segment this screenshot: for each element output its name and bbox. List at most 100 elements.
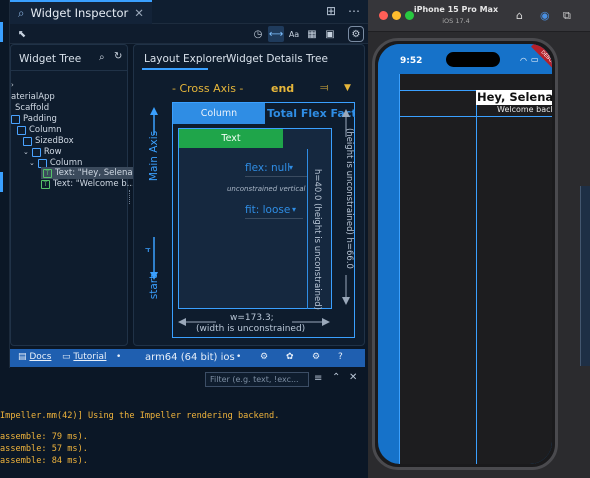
guidelines-icon[interactable]: ⟷ (268, 26, 284, 42)
close-icon[interactable]: ✕ (134, 6, 144, 20)
tree-node-row[interactable]: ⌄ Row (23, 147, 62, 157)
status-time: 9:52 (400, 56, 423, 66)
active-tab-indicator (142, 68, 208, 70)
activity-marker (0, 172, 3, 192)
tutorial-link[interactable]: ▭ Tutorial (62, 352, 106, 362)
width-value: w=173.3; (230, 313, 274, 323)
widget-tree-panel: Widget Tree ⌕ ↻ › aterialApp Scaffold Pa… (10, 44, 139, 346)
console-line: assemble: 79 ms). (0, 432, 88, 442)
docs-link[interactable]: ▤ Docs (18, 352, 51, 362)
search-icon[interactable]: ⌕ (99, 52, 105, 63)
tree-node-sizedbox[interactable]: SizedBox (23, 136, 74, 146)
tree-node-text-welcome[interactable]: T Text: "Welcome b... (41, 179, 135, 189)
tree-node-materialapp[interactable]: › (11, 81, 14, 89)
tree-node-label: Row (43, 147, 62, 157)
select-widget-icon[interactable]: ⬉ (14, 26, 30, 42)
extension-icon[interactable]: ✿ (286, 352, 294, 362)
tree-node-label: Padding (23, 114, 57, 124)
welcome-text: Welcome back (497, 105, 552, 114)
tree-node-text-hey-selena[interactable]: T Text: "Hey, Selena" (41, 167, 139, 179)
more-icon[interactable]: ⋯ (348, 4, 360, 18)
baselines-icon[interactable]: Aa (286, 26, 302, 42)
word-wrap-icon[interactable]: ≡ (314, 373, 322, 384)
fit-value[interactable]: fit: loose (245, 204, 290, 216)
cross-axis-label: - Cross Axis - (172, 82, 244, 95)
devtools-status-bar: ▤ Docs ▭ Tutorial • arm64 (64 bit) ios •… (10, 349, 365, 367)
split-editor-icon[interactable]: ⊞ (326, 4, 336, 18)
chevron-down-icon[interactable]: ⌄ (23, 148, 29, 156)
widget-icon (23, 136, 32, 146)
widget-tree-header: Widget Tree ⌕ ↻ (11, 45, 127, 71)
gear-icon[interactable]: ⚙ (312, 352, 320, 362)
slow-animations-icon[interactable]: ◷ (250, 26, 266, 42)
console-filter-input[interactable]: Filter (e.g. text, !exc... (205, 372, 309, 387)
tree-node-column[interactable]: Column (17, 125, 62, 135)
settings-icon[interactable]: ⚙ (260, 352, 268, 362)
outer-height-note: (height is unconstrained) (344, 128, 354, 235)
tree-node-label: aterialApp (11, 92, 55, 102)
tree-node-materialapp[interactable]: aterialApp (11, 92, 55, 102)
greeting-text: Hey, Selena (476, 90, 552, 105)
minimize-window-button[interactable] (392, 11, 401, 20)
chevron-down-icon[interactable]: ▾ (289, 163, 293, 172)
debug-console: Filter (e.g. text, !exc... ≡ ⌃ ✕ Impelle… (0, 368, 368, 478)
tab-widget-details-tree[interactable]: Widget Details Tree (226, 53, 328, 65)
column-layout-box[interactable]: Column Total Flex Fact... Text flex: nul… (172, 102, 355, 338)
separator-dot: • (236, 352, 242, 362)
chevron-down-icon[interactable]: ▾ (292, 205, 296, 214)
layout-explorer-panel: Layout Explorer Widget Details Tree - Cr… (133, 44, 365, 346)
iphone-frame: 9:52 ◠ ▭ DEBUG Hey, Selena Welcome back (372, 38, 558, 470)
editor-tab-bar: ⌕ Widget Inspector ✕ ⊞ ⋯ (10, 0, 368, 24)
target-platform: arm64 (64 bit) ios (145, 352, 235, 363)
tab-widget-inspector[interactable]: ⌕ Widget Inspector ✕ (10, 0, 152, 24)
docs-label: Docs (29, 352, 52, 362)
panel-resize-handle[interactable] (129, 190, 132, 204)
settings-icon[interactable]: ⚙ (348, 26, 364, 42)
background-window-edge (580, 186, 590, 366)
chevron-up-icon[interactable]: ⌃ (332, 372, 340, 383)
chevron-down-icon[interactable]: ▼ (344, 83, 351, 93)
app-body: Hey, Selena Welcome back (399, 74, 552, 464)
tree-node-label: Column (29, 125, 62, 135)
cross-axis-value[interactable]: end (271, 82, 294, 95)
separator-dot: • (116, 352, 122, 362)
device-screen[interactable]: 9:52 ◠ ▭ DEBUG Hey, Selena Welcome back (378, 44, 552, 464)
outer-height-value: h=66.0 (344, 237, 354, 269)
rotate-icon[interactable]: ⧉ (563, 9, 571, 23)
tree-node-scaffold[interactable]: Scaffold (15, 103, 49, 113)
divider (245, 218, 303, 219)
console-line: assemble: 57 ms). (0, 444, 88, 454)
ios-version: iOS 17.4 (442, 17, 470, 25)
repaint-icon[interactable]: ▦ (304, 26, 320, 42)
inner-height-value: h=40.0 (312, 169, 322, 201)
widget-icon (31, 147, 41, 157)
image-icon[interactable]: ▣ (322, 26, 338, 42)
ios-simulator-window: iPhone 15 Pro Max iOS 17.4 ⌂ ◉ ⧉ 9:52 ◠ … (368, 0, 590, 478)
tree-node-padding[interactable]: Padding (11, 114, 57, 124)
battery-icon: ▭ (531, 55, 539, 64)
text-widget-header: Text (179, 129, 283, 148)
main-axis-value[interactable]: start (148, 275, 160, 299)
flex-value[interactable]: flex: null (245, 162, 290, 174)
home-icon[interactable]: ⌂ (516, 9, 523, 22)
screenshot-icon[interactable]: ◉ (540, 9, 550, 22)
help-icon[interactable]: ? (338, 352, 343, 362)
tab-layout-explorer[interactable]: Layout Explorer (144, 53, 227, 65)
close-window-button[interactable] (379, 11, 388, 20)
close-icon[interactable]: ✕ (349, 372, 357, 383)
inspector-toolbar: ⬉ ◷ ⟷ Aa ▦ ▣ ⚙ (10, 24, 368, 44)
text-child-box[interactable]: Text flex: null ▾ unconstrained vertical… (178, 128, 332, 310)
inspector-icon: ⌕ (18, 5, 25, 20)
column-header: Column (173, 103, 265, 124)
text-widget-icon: T (43, 168, 52, 178)
console-line: assemble: 84 ms). (0, 456, 88, 466)
width-note: (width is unconstrained) (196, 324, 306, 334)
inner-height-label: h=40.0 (height is unconstrained) (312, 169, 322, 329)
divider (245, 176, 307, 177)
tutorial-label: Tutorial (73, 352, 107, 362)
chevron-down-icon[interactable]: ⌄ (29, 159, 35, 167)
widget-icon (17, 125, 26, 135)
refresh-icon[interactable]: ↻ (114, 51, 122, 62)
outer-height-label: (height is unconstrained) h=66.0 (344, 128, 354, 288)
dynamic-island (446, 52, 500, 67)
